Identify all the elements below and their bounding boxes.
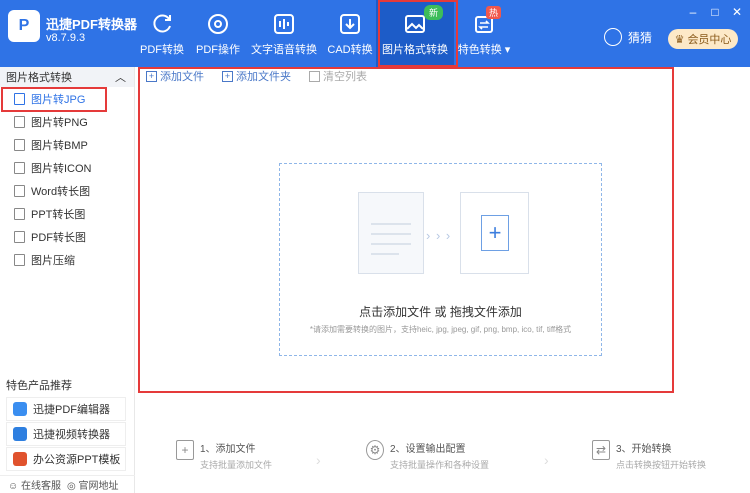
- user-account[interactable]: 猜猜: [604, 28, 652, 46]
- nav-pdf-operation[interactable]: PDF操作: [192, 0, 244, 67]
- sidebar-highlight-box: [1, 87, 107, 112]
- download-box-icon: [340, 14, 360, 34]
- step-output-settings: ⚙ 2、设置输出配置 支持批量操作和各种设置: [366, 440, 489, 471]
- nav-special-convert[interactable]: 特色转换 ▾ 热: [454, 0, 514, 67]
- step-title: 2、设置输出配置: [390, 444, 466, 455]
- step-desc: 点击转换按钮开始转换: [616, 460, 707, 470]
- product-label: 办公资源PPT模板: [33, 454, 121, 466]
- ppt-template-icon: [13, 452, 27, 466]
- audio-wave-icon: [274, 14, 294, 34]
- customer-service-link[interactable]: ☺ 在线客服: [8, 477, 61, 492]
- nav-label: 文字语音转换: [251, 44, 317, 56]
- sidebar-item-image-to-png[interactable]: 图片转PNG: [0, 110, 134, 133]
- chevron-up-icon: ︿: [115, 72, 126, 84]
- sidebar-item-label: 图片转PNG: [31, 116, 88, 129]
- sidebar-item-label: PDF转长图: [31, 231, 86, 244]
- user-name: 猜猜: [628, 30, 653, 45]
- vip-label: 会员中心: [687, 34, 732, 46]
- pdf-file-icon: [14, 230, 25, 243]
- close-button[interactable]: ✕: [730, 5, 744, 19]
- nav-text-speech[interactable]: 文字语音转换: [244, 0, 324, 67]
- add-target-illustration[interactable]: +: [460, 192, 529, 274]
- nav-cad-convert[interactable]: CAD转换: [324, 0, 376, 67]
- video-converter-icon: [13, 427, 27, 441]
- image-file-icon: [14, 115, 25, 128]
- arrow-chevrons-icon: › › ›: [426, 228, 452, 243]
- sidebar-item-image-to-icon[interactable]: 图片转ICON: [0, 156, 134, 179]
- sidebar-item-label: PPT转长图: [31, 208, 86, 221]
- sidebar-item-image-to-bmp[interactable]: 图片转BMP: [0, 133, 134, 156]
- product-label: 迅捷PDF编辑器: [33, 404, 110, 416]
- sidebar-item-label: 图片转ICON: [31, 162, 92, 175]
- sidebar-footer: ☺ 在线客服 ◎ 官网地址: [0, 475, 135, 493]
- website-link[interactable]: ◎ 官网地址: [67, 477, 119, 492]
- sidebar-item-word-to-long-image[interactable]: Word转长图: [0, 179, 134, 202]
- nav-label: CAD转换: [327, 44, 373, 56]
- sidebar-header-label: 图片格式转换: [6, 72, 72, 84]
- ppt-file-icon: [14, 207, 25, 220]
- add-document-icon: +: [176, 440, 194, 460]
- product-ppt-templates[interactable]: 办公资源PPT模板: [6, 447, 126, 471]
- refresh-icon: [153, 14, 171, 33]
- drop-zone-hint: *请添加需要转换的图片，支持heic, jpg, jpeg, gif, png,…: [309, 325, 572, 334]
- sidebar: 图片格式转换 ︿ 图片转JPG 图片转PNG 图片转BMP 图片转ICON Wo…: [0, 67, 135, 493]
- pdf-editor-icon: [13, 402, 27, 416]
- vip-center-button[interactable]: ♛ 会员中心: [668, 29, 738, 49]
- app-title: 迅捷PDF转换器: [46, 17, 138, 32]
- convert-icon: ⇄: [592, 440, 610, 460]
- hot-badge: 热: [486, 6, 502, 19]
- gear-icon: ⚙: [366, 440, 384, 460]
- nav-label: PDF转换: [140, 44, 184, 56]
- plus-icon: +: [481, 215, 509, 251]
- user-avatar-icon: [604, 28, 622, 46]
- sidebar-header[interactable]: 图片格式转换 ︿: [0, 67, 134, 87]
- sidebar-item-ppt-to-long-image[interactable]: PPT转长图: [0, 202, 134, 225]
- nav-highlight-box: [378, 0, 458, 67]
- window-controls: – □ ✕: [686, 5, 744, 19]
- step-add-file: + 1、添加文件 支持批量添加文件: [176, 440, 272, 471]
- app-header: P 迅捷PDF转换器 v8.7.9.3 PDF转换 PDF操作 文字语音转换 C…: [0, 0, 750, 67]
- sidebar-item-label: 图片压缩: [31, 254, 75, 267]
- step-start-convert: ⇄ 3、开始转换 点击转换按钮开始转换: [592, 440, 706, 471]
- chevron-right-icon: ›: [316, 452, 321, 468]
- minimize-button[interactable]: –: [686, 5, 700, 19]
- image-file-icon: [14, 161, 25, 174]
- sidebar-item-label: 图片转BMP: [31, 139, 88, 152]
- restore-button[interactable]: □: [708, 5, 722, 19]
- step-desc: 支持批量添加文件: [200, 460, 273, 470]
- steps-bar: + 1、添加文件 支持批量添加文件 › ⚙ 2、设置输出配置 支持批量操作和各种…: [136, 440, 750, 480]
- chevron-right-icon: ›: [544, 452, 549, 468]
- step-title: 1、添加文件: [200, 444, 256, 455]
- compress-file-icon: [14, 253, 25, 266]
- product-video-converter[interactable]: 迅捷视频转换器: [6, 422, 126, 446]
- nav-label: 特色转换 ▾: [457, 44, 511, 56]
- app-version: v8.7.9.3: [46, 32, 86, 44]
- step-title: 3、开始转换: [616, 444, 672, 455]
- image-file-icon: [14, 138, 25, 151]
- app-logo-icon: P: [8, 10, 40, 42]
- product-label: 迅捷视频转换器: [33, 429, 110, 441]
- step-desc: 支持批量操作和各种设置: [390, 460, 490, 470]
- sidebar-item-pdf-to-long-image[interactable]: PDF转长图: [0, 225, 134, 248]
- nav-pdf-convert[interactable]: PDF转换: [132, 0, 192, 67]
- sidebar-item-image-compress[interactable]: 图片压缩: [0, 248, 134, 271]
- product-pdf-editor[interactable]: 迅捷PDF编辑器: [6, 397, 126, 421]
- word-file-icon: [14, 184, 25, 197]
- sidebar-item-label: Word转长图: [31, 185, 91, 198]
- products-title: 特色产品推荐: [6, 380, 72, 392]
- nav-label: PDF操作: [196, 44, 240, 56]
- document-illustration-icon: [358, 192, 424, 274]
- crown-icon: ♛: [674, 33, 685, 46]
- drop-zone-text: 点击添加文件 或 拖拽文件添加: [359, 305, 522, 319]
- compass-icon: [208, 14, 228, 34]
